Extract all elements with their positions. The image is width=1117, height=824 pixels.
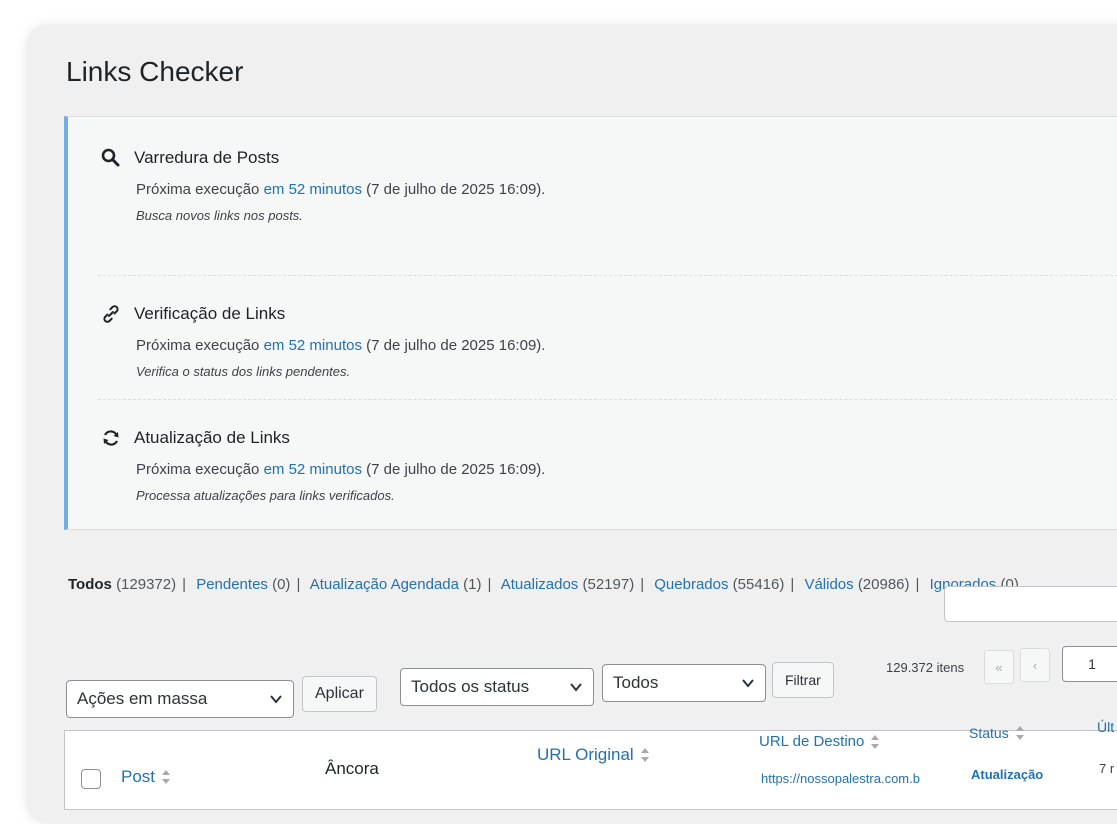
column-last[interactable]: Últ xyxy=(1097,719,1114,735)
column-post[interactable]: Post xyxy=(121,767,171,787)
task-verificacao: Verificação de Links Próxima execução em… xyxy=(100,275,1100,379)
sort-icon xyxy=(1015,726,1024,740)
schedule-box: Varredura de Posts Próxima execução em 5… xyxy=(64,116,1117,530)
row-last-checked: 7 r xyxy=(1099,761,1115,776)
filter-atualizacao-agendada[interactable]: Atualização Agendada xyxy=(310,576,459,593)
next-run-label: Próxima execução xyxy=(136,461,260,478)
filter-validos[interactable]: Válidos xyxy=(804,576,853,593)
task-description: Verifica o status dos links pendentes. xyxy=(136,364,351,379)
chevron-down-icon xyxy=(570,683,582,692)
filter-count: (52197) xyxy=(582,576,635,593)
next-run-label: Próxima execução xyxy=(136,337,260,354)
filter-count: (20986) xyxy=(857,576,910,593)
chevron-down-icon xyxy=(270,695,282,704)
filter-count: (0) xyxy=(272,576,291,593)
next-run-date: (7 de julho de 2025 16:09). xyxy=(366,337,546,354)
filter-todos[interactable]: Todos xyxy=(68,576,112,593)
type-filter-select[interactable]: Todos xyxy=(602,664,766,702)
sort-icon xyxy=(871,734,880,749)
filter-pendentes[interactable]: Pendentes xyxy=(196,576,268,593)
first-page-button[interactable]: « xyxy=(984,650,1014,684)
chevron-down-icon xyxy=(742,679,754,688)
task-name: Atualização de Links xyxy=(134,428,290,447)
prev-page-button[interactable]: ‹ xyxy=(1020,648,1050,682)
column-url-destino[interactable]: URL de Destino xyxy=(759,733,880,750)
status-filter-value: Todos os status xyxy=(411,677,530,696)
select-all-checkbox[interactable] xyxy=(81,769,101,789)
filter-count: (55416) xyxy=(732,576,785,593)
task-next-run: Próxima execução em 52 minutos (7 de jul… xyxy=(136,461,1100,478)
task-name: Varredura de Posts xyxy=(134,148,280,167)
column-url-original[interactable]: URL Original xyxy=(537,745,650,765)
next-run-relative-link[interactable]: em 52 minutos xyxy=(264,181,362,198)
bulk-actions-value: Ações em massa xyxy=(77,689,208,708)
task-atualizacao: Atualização de Links Próxima execução em… xyxy=(100,399,1100,503)
status-filter-links: Todos (129372) | Pendentes (0) | Atualizaç… xyxy=(68,576,1019,593)
filter-button[interactable]: Filtrar xyxy=(772,662,834,698)
apply-button[interactable]: Aplicar xyxy=(302,676,377,712)
column-label: Post xyxy=(121,767,156,786)
column-ancora: Âncora xyxy=(325,759,379,778)
next-run-date: (7 de julho de 2025 16:09). xyxy=(366,181,546,198)
status-filter-select[interactable]: Todos os status xyxy=(400,668,594,706)
row-url-destino[interactable]: https://nossopalestra.com.b xyxy=(761,771,920,786)
next-run-label: Próxima execução xyxy=(136,181,260,198)
task-description: Busca novos links nos posts. xyxy=(136,208,303,223)
next-run-date: (7 de julho de 2025 16:09). xyxy=(366,461,546,478)
filter-count: (1) xyxy=(463,576,482,593)
search-icon xyxy=(100,147,122,169)
task-next-run: Próxima execução em 52 minutos (7 de jul… xyxy=(136,337,1100,354)
next-run-relative-link[interactable]: em 52 minutos xyxy=(264,461,362,478)
column-label: URL Original xyxy=(537,745,634,764)
column-status[interactable]: Status xyxy=(969,725,1025,741)
table-controls: Ações em massa Aplicar Todos os status T… xyxy=(66,646,1117,718)
next-run-relative-link[interactable]: em 52 minutos xyxy=(264,337,362,354)
task-varredura: Varredura de Posts Próxima execução em 5… xyxy=(100,147,1100,223)
current-page-input[interactable]: 1 xyxy=(1062,646,1117,682)
sort-icon xyxy=(640,748,649,762)
task-description: Processa atualizações para links verific… xyxy=(136,488,395,503)
type-filter-value: Todos xyxy=(613,673,659,692)
row-status-badge: Atualização xyxy=(971,767,1044,782)
column-label: Status xyxy=(969,725,1009,741)
refresh-icon xyxy=(100,427,122,449)
filter-count: (129372) xyxy=(116,576,177,593)
bulk-actions-select[interactable]: Ações em massa xyxy=(66,680,294,718)
filter-quebrados[interactable]: Quebrados xyxy=(654,576,728,593)
page-title: Links Checker xyxy=(66,56,244,87)
link-icon xyxy=(100,303,122,325)
items-count: 129.372 itens xyxy=(886,660,965,675)
links-table-header: Post Âncora URL Original URL de Destino … xyxy=(64,719,1117,810)
search-input[interactable] xyxy=(944,586,1117,622)
task-name: Verificação de Links xyxy=(134,304,286,323)
filter-atualizados[interactable]: Atualizados xyxy=(501,576,579,593)
sort-icon xyxy=(162,770,171,784)
links-checker-panel: Links Checker Varredura de Posts Próxima… xyxy=(26,24,1117,824)
column-label: URL de Destino xyxy=(759,733,865,750)
task-next-run: Próxima execução em 52 minutos (7 de jul… xyxy=(136,181,1100,198)
